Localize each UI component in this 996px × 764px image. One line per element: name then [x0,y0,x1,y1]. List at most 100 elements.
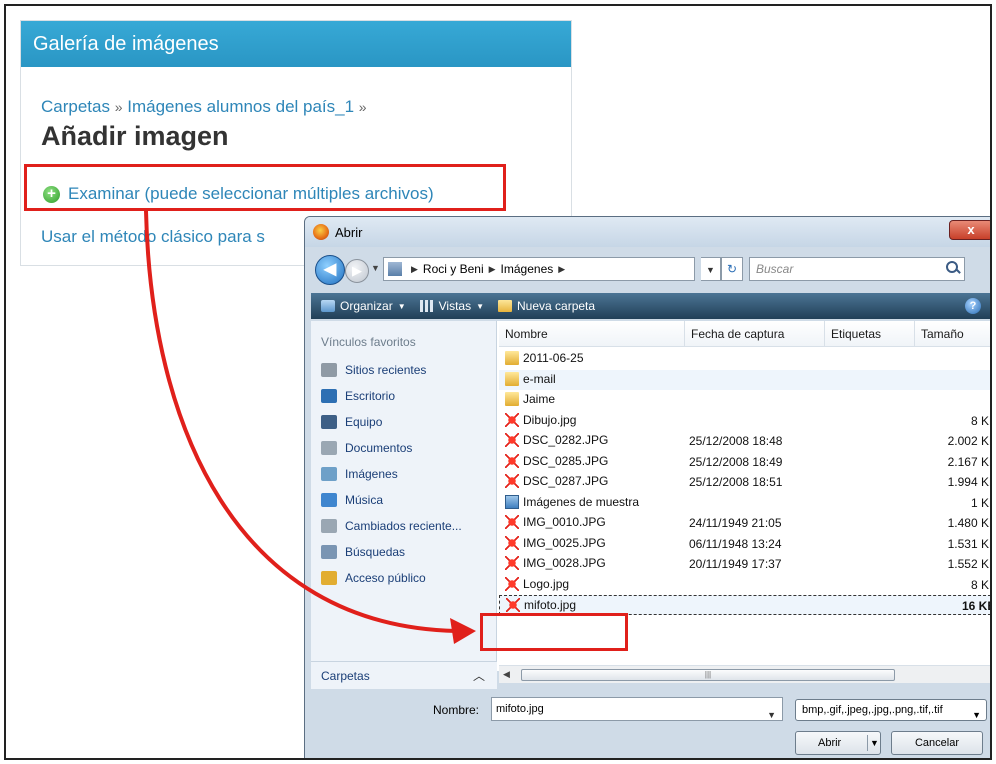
search-input[interactable]: Buscar [749,257,965,281]
file-row[interactable]: DSC_0282.JPG 25/12/2008 18:48 2.002 KB [499,431,990,451]
nav-item-label: Escritorio [345,389,396,403]
chevron-down-icon[interactable]: ▼ [767,704,776,726]
file-size: 2.002 KB [947,434,990,448]
highlight-box-file [480,613,628,651]
file-row[interactable]: IMG_0010.JPG 24/11/1949 21:05 1.480 KB [499,513,990,533]
nav-item[interactable]: Cambiados reciente... [321,519,462,533]
file-row[interactable]: e-mail [499,369,990,390]
dialog-titlebar[interactable]: Abrir x [305,217,990,247]
file-name: DSC_0282.JPG [505,433,608,447]
address-dropdown-icon[interactable]: ▼ [701,257,721,281]
scroll-thumb[interactable]: ||| [521,669,895,681]
file-name: IMG_0028.JPG [505,556,606,570]
organize-button[interactable]: Organizar ▼ [321,299,406,313]
file-name-text: Dibujo.jpg [523,412,577,427]
dialog-content: Vínculos favoritos Sitios recientes Escri… [311,321,990,689]
new-folder-button[interactable]: Nueva carpeta [498,299,595,313]
nav-item[interactable]: Sitios recientes [321,363,426,377]
file-name-text: mifoto.jpg [524,598,577,612]
highlight-box-examine [24,164,506,211]
filename-label: Nombre: [433,703,480,717]
nav-item[interactable]: Escritorio [321,389,395,403]
file-row[interactable]: Dibujo.jpg 8 KB [499,411,990,431]
nav-item[interactable]: Música [321,493,383,507]
resize-grip[interactable] [987,759,992,760]
file-row[interactable]: Logo.jpg 8 KB [499,575,990,595]
chevron-down-icon: ▼ [476,301,484,311]
history-dropdown-icon[interactable]: ▼ [371,263,380,273]
close-button[interactable]: x [949,220,990,240]
file-size: 1.480 KB [947,516,990,530]
image-file-icon [505,474,519,488]
folder-icon [505,392,519,406]
file-name-text: Jaime [523,392,556,406]
file-type-select[interactable]: bmp,.gif,.jpeg,.jpg,.png,.tif,.tif ▼ [795,699,987,721]
nav-item[interactable]: Búsquedas [321,545,405,559]
horizontal-scrollbar[interactable]: ◀ ||| ▶ [499,665,992,683]
dialog-toolbar: Organizar ▼ Vistas ▼ Nueva carpeta ? [311,293,990,319]
file-row[interactable]: Imágenes de muestra 1 KB [499,493,990,513]
file-row[interactable]: IMG_0025.JPG 06/11/1948 13:24 1.531 KB [499,534,990,554]
refresh-button[interactable]: ↻ [721,257,743,281]
nav-item[interactable]: Documentos [321,441,412,455]
address-bar[interactable]: ▶ Roci y Beni ▶ Imágenes ▶ [383,257,695,281]
nav-item-label: Búsquedas [345,545,406,559]
scroll-right-icon[interactable]: ▶ [990,669,992,680]
views-icon [419,300,434,312]
file-name: 2011-06-25 [505,351,584,365]
forward-button[interactable]: ▶ [345,259,369,283]
open-file-dialog: Abrir x ◀ ▶ ▼ ▶ Roci y Beni ▶ Imágenes ▶… [304,216,992,760]
file-type-value: bmp,.gif,.jpeg,.jpg,.png,.tif,.tif [802,704,943,716]
file-row[interactable]: DSC_0287.JPG 25/12/2008 18:51 1.994 KB [499,472,990,492]
back-button[interactable]: ◀ [315,255,345,285]
folders-toggle[interactable]: Carpetas ︿ [311,661,497,689]
file-name-text: Imágenes de muestra [523,494,640,509]
file-name: Dibujo.jpg [505,412,577,427]
folders-label: Carpetas [321,669,370,683]
file-row[interactable]: IMG_0028.JPG 20/11/1949 17:37 1.552 KB [499,554,990,574]
column-header-tags[interactable]: Etiquetas [825,321,915,347]
filename-input[interactable]: mifoto.jpg ▼ [491,697,783,721]
views-button[interactable]: Vistas ▼ [419,299,484,313]
breadcrumb-folder-link[interactable]: Imágenes alumnos del país_1 [127,97,354,116]
file-row[interactable]: mifoto.jpg 16 KB [499,595,990,615]
file-name-text: Logo.jpg [523,576,570,591]
nav-item-label: Música [345,493,384,507]
file-name-text: IMG_0025.JPG [523,535,606,550]
chevron-up-icon: ︿ [472,669,485,683]
file-name: Imágenes de muestra [505,494,640,509]
scroll-left-icon[interactable]: ◀ [503,669,510,680]
address-row: ◀ ▶ ▼ ▶ Roci y Beni ▶ Imágenes ▶ ▼ ↻ Bus… [305,249,990,289]
file-name: mifoto.jpg [506,598,576,612]
column-header-name[interactable]: Nombre [499,321,685,347]
path-separator-icon: ▶ [488,263,496,274]
new-folder-icon [498,300,512,312]
chevron-down-icon: ▼ [397,301,406,311]
column-header-date[interactable]: Fecha de captura [685,321,825,347]
path-separator-icon: ▶ [558,263,566,274]
nav-item[interactable]: Equipo [321,415,382,429]
address-crumb[interactable]: Imágenes [501,262,554,276]
address-crumb[interactable]: Roci y Beni [423,262,484,276]
nav-item[interactable]: Imágenes [321,467,398,481]
nav-item-label: Equipo [345,415,383,429]
classic-method-link[interactable]: Usar el método clásico para s [41,227,265,247]
file-name-text: DSC_0287.JPG [523,474,609,488]
nav-item[interactable]: Acceso público [321,571,426,585]
file-name: DSC_0287.JPG [505,474,608,488]
column-header-size[interactable]: Tamaño [915,321,990,347]
search-icon[interactable] [946,261,960,275]
file-date: 25/12/2008 18:51 [689,475,783,489]
breadcrumb-root-link[interactable]: Carpetas [41,97,110,116]
open-options-dropdown[interactable]: ▼ [867,735,881,751]
file-row[interactable]: 2011-06-25 [499,349,990,369]
file-date: 25/12/2008 18:48 [689,434,783,448]
file-row[interactable]: Jaime [499,390,990,410]
organize-label: Organizar [340,299,393,313]
file-size: 1.531 KB [947,536,990,551]
new-folder-label: Nueva carpeta [517,299,596,313]
cancel-button[interactable]: Cancelar [891,731,983,755]
file-size: 1 KB [970,495,990,510]
file-row[interactable]: DSC_0285.JPG 25/12/2008 18:49 2.167 KB [499,452,990,472]
help-icon[interactable]: ? [965,298,981,314]
